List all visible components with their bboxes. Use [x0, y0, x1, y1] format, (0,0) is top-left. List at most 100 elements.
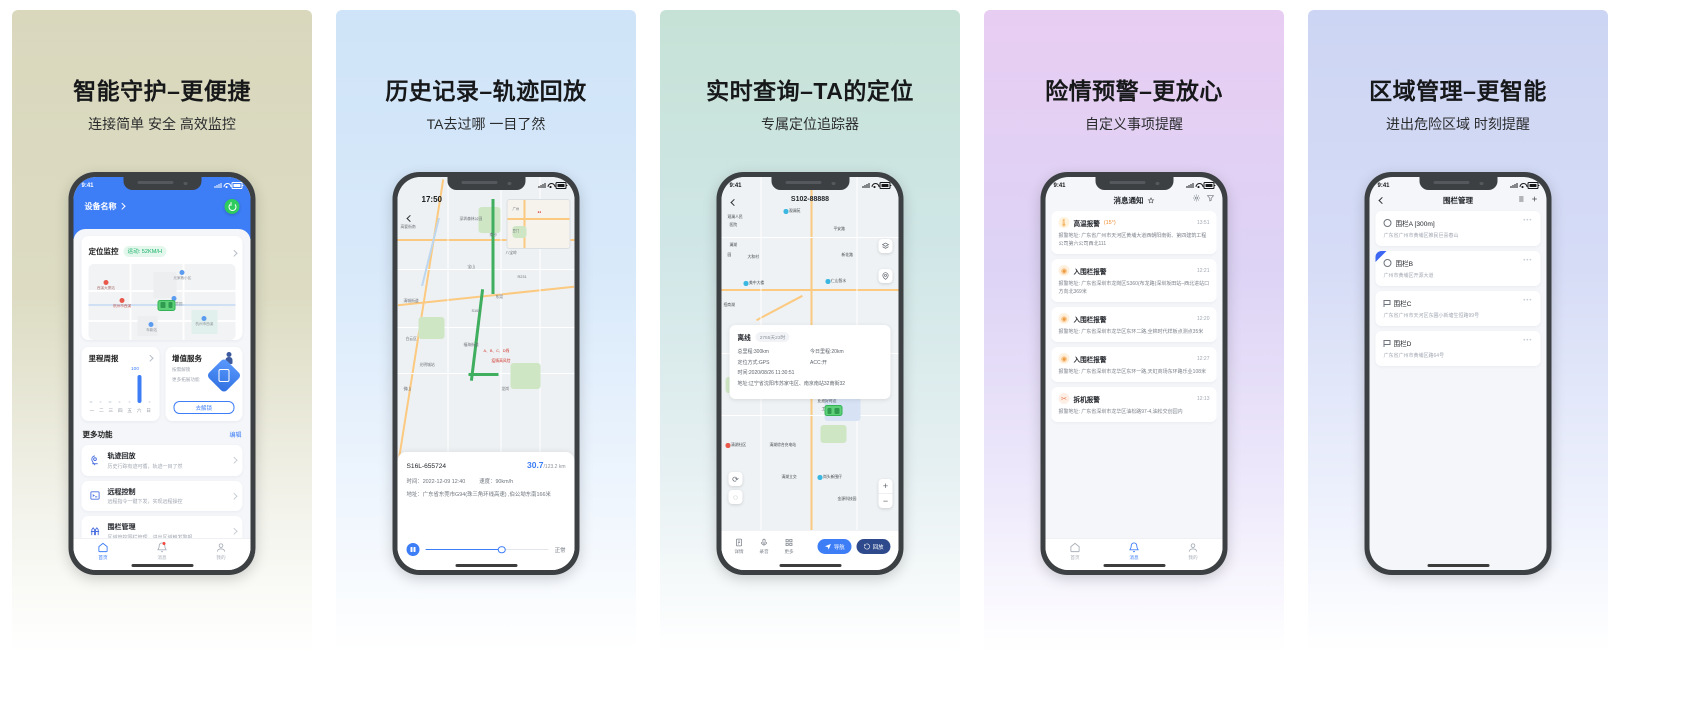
- alert-body: 报警地址: 广东省深圳市龙华区油松路97-4,油松交创园内: [1058, 409, 1183, 415]
- mileage-value: 100: [130, 367, 139, 372]
- action-more[interactable]: 更多: [780, 538, 799, 555]
- mini-map[interactable]: 元家巷小区 现代创意园 西溪大厦站 杭州市西溪 车新站 杭州市西溪: [88, 264, 236, 340]
- navigation-icon: [825, 543, 832, 550]
- chevron-right-icon: [118, 203, 125, 210]
- power-button[interactable]: [224, 199, 240, 214]
- tab-messages[interactable]: 消息: [157, 542, 168, 561]
- alert-item[interactable]: ◉ 入围栏报警 12:20 报警地址: 广东省深圳市龙华区东环二路,全棉时代样板…: [1051, 307, 1217, 342]
- plus-icon[interactable]: [1531, 195, 1539, 203]
- edit-button[interactable]: 编辑: [229, 430, 241, 439]
- home-indicator: [1103, 564, 1165, 567]
- tab-profile[interactable]: 我的: [1188, 542, 1199, 561]
- pause-button[interactable]: [406, 543, 420, 556]
- tab-profile[interactable]: 我的: [216, 542, 227, 561]
- tab-messages[interactable]: 消息: [1129, 542, 1140, 561]
- time-speed-row: 时间：2022-12-09 12:40 速度：90km/h: [407, 477, 566, 485]
- fence-item[interactable]: 围栏D 广东省广州市黄埔区路64号 •••: [1375, 331, 1541, 366]
- refresh-button[interactable]: ⟳: [728, 472, 743, 486]
- vehicle-marker: [157, 299, 176, 311]
- locate-mode: 定位方式:GPS: [737, 360, 770, 366]
- panel-title: 历史记录–轨迹回放: [385, 78, 587, 104]
- fence-list[interactable]: 围栏A [300m] 广东省广州市黄埔区推民巨喜春山 ••• 围栏B 广州市黄埔…: [1375, 211, 1541, 564]
- feature-row-track[interactable]: 轨迹回放 历史行踪有迹可循，轨迹一目了然: [81, 445, 243, 476]
- tab-label: 我的: [1188, 554, 1198, 560]
- alert-item[interactable]: 🌡 高温报警 (15°) 13:51 报警地址: 广东省广州市天河区黄埔大道西朝…: [1051, 211, 1217, 254]
- alert-title: 拆机报警: [1073, 396, 1100, 404]
- mileage-bars: [89, 373, 152, 403]
- status-row: 离线 2755天23时: [738, 332, 883, 342]
- star-icon: [1147, 196, 1155, 203]
- fence-item[interactable]: 围栏C 广东省广州市天河区东圃小新塘生恒路99号 •••: [1375, 291, 1541, 326]
- navigate-button[interactable]: 导航: [817, 539, 852, 554]
- fence-address: 广东省广州市黄埔区路64号: [1383, 353, 1445, 359]
- page-title: S102-88888: [790, 195, 830, 203]
- feature-title: 围栏管理: [107, 524, 136, 531]
- alert-time: 12:21: [1196, 267, 1210, 274]
- fence-enter-icon: ◉: [1058, 353, 1070, 364]
- value-added-card[interactable]: 增值服务 按需解锁 更多拓展功能 去解锁: [165, 347, 243, 421]
- tab-home[interactable]: 首页: [98, 542, 109, 561]
- panel-title: 险情预警–更放心: [1045, 78, 1223, 104]
- map-poi: 杭州市西溪: [191, 316, 217, 327]
- slider-knob[interactable]: [498, 545, 506, 554]
- detach-icon: ✂: [1058, 393, 1070, 404]
- signal-icon: [862, 183, 870, 188]
- chevron-right-icon: [230, 457, 237, 464]
- wifi-icon: [548, 183, 554, 188]
- home-indicator: [455, 564, 517, 567]
- header-actions: [1517, 195, 1539, 203]
- fence-item[interactable]: 围栏B 广州市黄埔区开源大道 •••: [1375, 251, 1541, 286]
- time-field: 时间：2022-12-09 12:40: [406, 479, 466, 485]
- map-inset[interactable]: 广州 豆门 ●●: [506, 199, 571, 249]
- device-row[interactable]: 设备名称: [85, 199, 240, 214]
- alert-item[interactable]: ◉ 入围栏报警 12:27 报警地址: 广东省深圳市龙华区东环一路,天虹商场东环…: [1051, 347, 1217, 382]
- duration-badge: 2755天23时: [755, 332, 790, 342]
- track-info-panel: S16L-655724 30.7/123.2 km 时间：2022-12-09 …: [397, 452, 575, 570]
- zoom-in-button[interactable]: +: [878, 479, 893, 494]
- fence-item[interactable]: 围栏A [300m] 广东省广州市黄埔区推民巨喜春山 •••: [1375, 211, 1541, 246]
- layers-button[interactable]: [878, 239, 893, 253]
- home-body: 定位监控 运动: 52KM/H 元家巷小区 西溪大厦站 杭州市西溪 车新站 杭州…: [73, 229, 251, 570]
- gear-icon[interactable]: [1193, 194, 1201, 202]
- progress-slider[interactable]: [425, 545, 549, 554]
- list-icon[interactable]: [1517, 195, 1525, 203]
- back-button[interactable]: [405, 213, 416, 224]
- fence-name: 围栏C: [1393, 301, 1412, 308]
- tab-home[interactable]: 首页: [1070, 542, 1081, 561]
- compass-button[interactable]: ◌: [728, 490, 743, 504]
- panel-area-management: 区域管理–更智能 进出危险区域 时刻提醒 9:41 围栏管理 围栏A [300m…: [1308, 10, 1608, 652]
- alert-item[interactable]: ✂ 拆机报警 12:13 报警地址: 广东省深圳市龙华区油松路97-4,油松交创…: [1051, 387, 1217, 422]
- feature-row-remote[interactable]: 远程控制 远程指令一键下发，实现远程操控: [81, 480, 243, 511]
- zoom-out-button[interactable]: −: [879, 494, 893, 508]
- more-button[interactable]: •••: [1523, 338, 1532, 344]
- unlock-button[interactable]: 去解锁: [173, 401, 235, 414]
- bell-icon: [1129, 542, 1139, 553]
- wifi-icon: [1520, 183, 1526, 188]
- device-name[interactable]: 设备名称: [85, 201, 125, 212]
- battery-icon: [879, 182, 892, 189]
- panel-subtitle: 连接简单 安全 高效监控: [88, 116, 236, 132]
- more-button[interactable]: •••: [1523, 218, 1532, 224]
- action-detail[interactable]: 详情: [730, 538, 749, 555]
- monitor-arrow[interactable]: [230, 242, 237, 260]
- playback-button[interactable]: 回放: [856, 539, 891, 554]
- mileage-card[interactable]: 里程周报 100 一二三四五六日: [81, 347, 159, 421]
- today-mileage: 今日里程:20km: [810, 349, 844, 355]
- alert-item[interactable]: ◉ 入围栏报警 12:21 报警地址: 广东省深圳市龙岗区S360(布龙路)深圳…: [1051, 259, 1217, 302]
- action-record[interactable]: 录音: [755, 538, 774, 555]
- alert-list[interactable]: 🌡 高温报警 (15°) 13:51 报警地址: 广东省广州市天河区黄埔大道西朝…: [1051, 211, 1217, 536]
- filter-icon[interactable]: [1206, 194, 1215, 202]
- address-field: 地址:辽宁省沈阳市苏家屯区、南京南站32南街32: [737, 381, 846, 387]
- page-title: 围栏管理: [1443, 195, 1473, 205]
- panel-smart-guard: 智能守护–更便捷 连接简单 安全 高效监控 9:41 设备名称 定位监控 运动:…: [12, 10, 312, 652]
- panel-title: 智能守护–更便捷: [73, 78, 251, 104]
- notch: [771, 177, 849, 190]
- locate-button[interactable]: [878, 269, 893, 283]
- panel-subtitle: 自定义事项提醒: [1085, 116, 1183, 132]
- person-icon: [216, 543, 226, 552]
- alert-temp: (15°): [1103, 219, 1116, 226]
- monitor-card[interactable]: 定位监控 运动: 52KM/H 元家巷小区 西溪大厦站 杭州市西溪 车新站 杭州…: [81, 236, 243, 340]
- more-button[interactable]: •••: [1523, 298, 1532, 304]
- more-button[interactable]: •••: [1523, 258, 1532, 264]
- phone-screen: 9:41 围栏管理 围栏A [300m] 广东省广州市黄埔区推民巨喜春山 •••…: [1369, 177, 1547, 570]
